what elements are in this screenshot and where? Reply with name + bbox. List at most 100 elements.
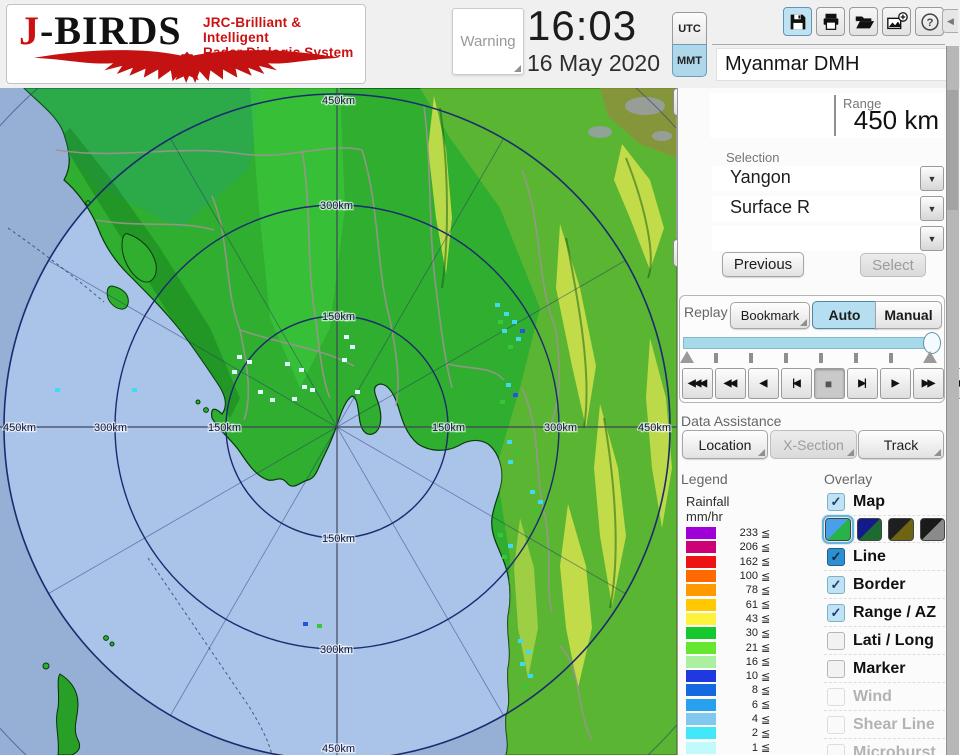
less-equal-symbol: ≦ [761, 741, 770, 754]
help-button[interactable]: ? [915, 7, 944, 36]
overlay-item-label: Map [853, 493, 885, 511]
radar-map[interactable]: 450km300km150km150km300km450km450km300km… [0, 88, 677, 755]
checkbox[interactable]: ✓ [827, 604, 845, 622]
overlay-label: Overlay [824, 471, 872, 487]
less-equal-symbol: ≦ [761, 670, 770, 683]
slider-tick [889, 353, 893, 363]
checkbox[interactable] [827, 744, 845, 755]
location-button[interactable]: Location [682, 430, 768, 459]
svg-text:450km: 450km [322, 95, 355, 107]
checkbox[interactable]: ✓ [827, 548, 845, 566]
legend-entry: 1≦ [686, 740, 782, 754]
less-equal-symbol: ≦ [761, 655, 770, 668]
overlay-item-wind: Wind [824, 682, 945, 710]
range-start-marker[interactable] [680, 351, 694, 363]
legend-entry: 6≦ [686, 698, 782, 712]
dropdown-arrow-button[interactable]: ▼ [920, 196, 944, 221]
warning-button[interactable]: Warning [452, 8, 524, 75]
less-equal-symbol: ≦ [761, 598, 770, 611]
panel-scrollbar-thumb[interactable] [947, 90, 958, 210]
utc-button[interactable]: UTC [672, 12, 707, 45]
overlay-item-lati-long[interactable]: Lati / Long [824, 626, 945, 654]
legend-entry: 43≦ [686, 612, 782, 626]
forward-button[interactable]: ▶▶ [913, 368, 944, 399]
header-divider [712, 44, 945, 45]
legend-list: 233≦206≦162≦100≦78≦61≦43≦30≦21≦16≦10≦8≦6… [686, 526, 782, 755]
overlay-list: ✓ Map ✓ Line ✓Border✓Range / AZLati / Long Ma… [824, 488, 945, 755]
skip-start-button[interactable]: |◀ [781, 368, 812, 399]
svg-text:300km: 300km [320, 644, 353, 656]
chevron-down-icon: ▼ [928, 204, 937, 214]
legend-value: 2 [716, 727, 758, 739]
legend-swatch [686, 727, 716, 739]
product-dropdown[interactable]: Surface R ▼ [712, 196, 944, 221]
legend-value: 78 [716, 584, 758, 596]
legend-value: 10 [716, 670, 758, 682]
play-button[interactable]: ▶ [880, 368, 911, 399]
bookmark-button[interactable]: Bookmark [730, 302, 810, 329]
svg-text:150km: 150km [322, 311, 355, 323]
overlay-item-map[interactable]: ✓ Map [824, 488, 945, 515]
skip-end-button[interactable]: ▶| [847, 368, 878, 399]
legend-swatch [686, 527, 716, 539]
print-button[interactable] [816, 7, 845, 36]
range-value: 450 km [854, 105, 939, 136]
panel-collapse-tab[interactable]: ◀ [942, 9, 958, 33]
option-dropdown[interactable]: ▼ [712, 226, 944, 251]
open-folder-button[interactable] [849, 7, 878, 36]
legend-value: 43 [716, 613, 758, 625]
legend-swatch [686, 584, 716, 596]
svg-text:300km: 300km [320, 200, 353, 212]
playback-controls: ◀◀◀◀◀◀|◀■▶|▶▶▶▶▶▶ [682, 368, 960, 399]
map-style-swatch[interactable] [920, 518, 946, 541]
add-image-button[interactable] [882, 7, 911, 36]
site-dropdown[interactable]: Yangon ▼ [712, 166, 944, 191]
map-style-swatch[interactable] [888, 518, 914, 541]
less-equal-symbol: ≦ [761, 641, 770, 654]
map-style-swatch[interactable] [825, 518, 851, 541]
replay-panel: Replay Bookmark Auto Manual ◀◀◀◀◀◀|◀■▶|▶… [679, 295, 945, 403]
select-button[interactable]: Select [860, 253, 926, 277]
overlay-item-range-az[interactable]: ✓Range / AZ [824, 598, 945, 626]
checkbox[interactable] [827, 716, 845, 734]
replay-slider-track[interactable] [683, 337, 939, 349]
rewind-button[interactable]: ◀◀ [715, 368, 746, 399]
checkbox[interactable] [827, 660, 845, 678]
overlay-item-label: Line [853, 548, 886, 566]
legend-value: 8 [716, 684, 758, 696]
x-section-button[interactable]: X-Section [770, 430, 857, 459]
overlay-item-label: Wind [853, 688, 892, 706]
manual-button[interactable]: Manual [875, 301, 942, 329]
svg-text:450km: 450km [3, 422, 36, 434]
save-button[interactable] [783, 7, 812, 36]
step-back-button[interactable]: ◀ [748, 368, 779, 399]
previous-button[interactable]: Previous [722, 252, 804, 277]
overlay-item-label: Marker [853, 660, 905, 678]
dropdown-arrow-button[interactable]: ▼ [920, 166, 944, 191]
chevron-down-icon: ▼ [928, 234, 937, 244]
dropdown-arrow-button[interactable]: ▼ [920, 226, 944, 251]
overlay-item-border[interactable]: ✓Border [824, 570, 945, 598]
fast-rewind-button[interactable]: ◀◀◀ [682, 368, 713, 399]
legend-value: 206 [716, 541, 758, 553]
less-equal-symbol: ≦ [761, 584, 770, 597]
range-end-marker[interactable] [923, 351, 937, 363]
legend-entry: 4≦ [686, 712, 782, 726]
less-equal-symbol: ≦ [761, 570, 770, 583]
collapse-arrow-icon: ◀ [947, 16, 954, 27]
overlay-item-marker[interactable]: Marker [824, 654, 945, 682]
track-button[interactable]: Track [858, 430, 944, 459]
less-equal-symbol: ≦ [761, 713, 770, 726]
checkbox[interactable]: ✓ [827, 576, 845, 594]
checkbox[interactable] [827, 632, 845, 650]
checkbox[interactable] [827, 688, 845, 706]
legend-swatch [686, 742, 716, 754]
checkbox[interactable]: ✓ [827, 493, 845, 511]
legend-value: 162 [716, 556, 758, 568]
map-style-swatch[interactable] [857, 518, 883, 541]
overlay-item-line[interactable]: ✓ Line [824, 542, 945, 570]
stop-button[interactable]: ■ [814, 368, 845, 399]
auto-button[interactable]: Auto [812, 301, 877, 329]
mmt-button[interactable]: MMT [672, 44, 707, 77]
slider-tick [714, 353, 718, 363]
